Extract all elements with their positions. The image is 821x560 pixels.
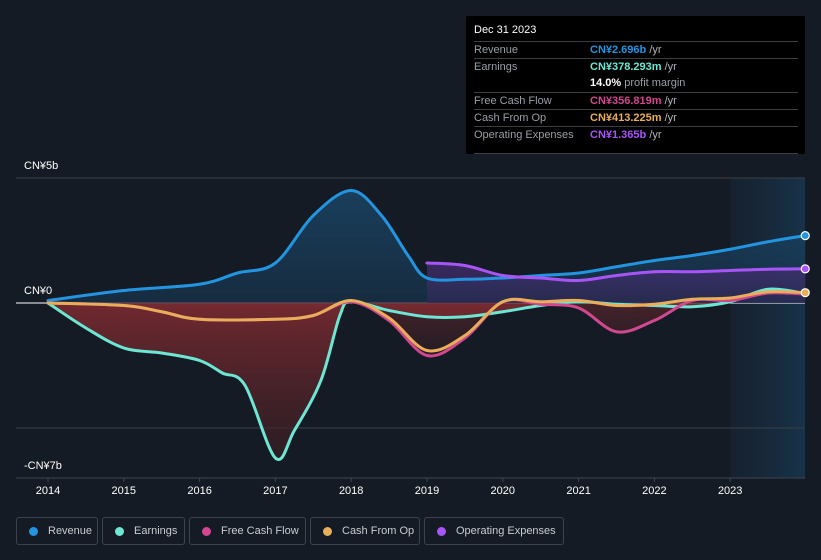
legend-dot-icon [115,526,124,536]
y-tick-label: CN¥5b [24,160,59,172]
legend-dot-icon [323,526,332,536]
tooltip-label: Cash From Op [474,112,547,124]
x-tick-label: 2022 [642,485,667,497]
x-axis [16,477,805,482]
tooltip: Dec 31 2023 Revenue CN¥2.696b /yr Earnin… [466,16,805,154]
tooltip-row-earnings: Earnings CN¥378.293m /yr [474,58,798,76]
tooltip-date: Dec 31 2023 [474,24,537,36]
legend-label: Cash From Op [342,525,415,537]
legend-dot-icon [29,526,38,536]
tooltip-divider [474,153,798,154]
y-tick-label: -CN¥7b [24,460,62,472]
x-tick-label: 2019 [414,485,440,497]
legend-item-cash-from-op[interactable]: Cash From Op [310,517,420,545]
legend-label: Operating Expenses [456,525,556,537]
legend-item-earnings[interactable]: Earnings [102,517,185,545]
x-tick-label: 2020 [490,485,516,497]
x-tick-label: 2023 [717,485,743,497]
tooltip-row-margin: 14.0% profit margin [474,75,798,92]
legend-label: Earnings [134,525,178,537]
tooltip-label: Operating Expenses [474,129,574,141]
tooltip-value: CN¥1.365b /yr [590,129,662,141]
x-tick-label: 2016 [187,485,212,497]
legend-item-revenue[interactable]: Revenue [16,517,98,545]
x-tick-label: 2014 [35,485,61,497]
tooltip-row-cfo: Cash From Op CN¥413.225m /yr [474,109,798,127]
tooltip-row-revenue: Revenue CN¥2.696b /yr [474,41,798,59]
tooltip-row-fcf: Free Cash Flow CN¥356.819m /yr [474,92,798,110]
tooltip-value: CN¥378.293m /yr [590,61,677,73]
x-tick-label: 2021 [566,485,591,497]
tooltip-label: Earnings [474,61,518,73]
tooltip-value: CN¥356.819m /yr [590,95,677,107]
x-tick-label: 2017 [263,485,288,497]
forecast-region [730,178,805,478]
series-areas [48,190,806,460]
tooltip-label: Revenue [474,44,519,56]
tooltip-value: CN¥2.696b /yr [590,44,662,56]
y-tick-label: CN¥0 [24,285,53,297]
operating-expenses-endpoint[interactable] [800,264,810,274]
revenue-endpoint[interactable] [800,231,810,241]
tooltip-row-opex: Operating Expenses CN¥1.365b /yr [474,126,798,144]
legend-dot-icon [437,526,446,536]
legend-item-free-cash-flow[interactable]: Free Cash Flow [189,517,306,545]
tooltip-value: 14.0% profit margin [590,77,686,89]
x-tick-label: 2018 [338,485,364,497]
x-tick-label: 2015 [111,485,137,497]
tooltip-value: CN¥413.225m /yr [590,112,677,124]
cash-from-op-endpoint[interactable] [800,288,810,298]
legend-label: Revenue [48,525,93,537]
legend-item-operating-expenses[interactable]: Operating Expenses [424,517,564,545]
legend-dot-icon [202,526,211,536]
tooltip-label: Free Cash Flow [474,95,552,107]
legend-label: Free Cash Flow [221,525,299,537]
